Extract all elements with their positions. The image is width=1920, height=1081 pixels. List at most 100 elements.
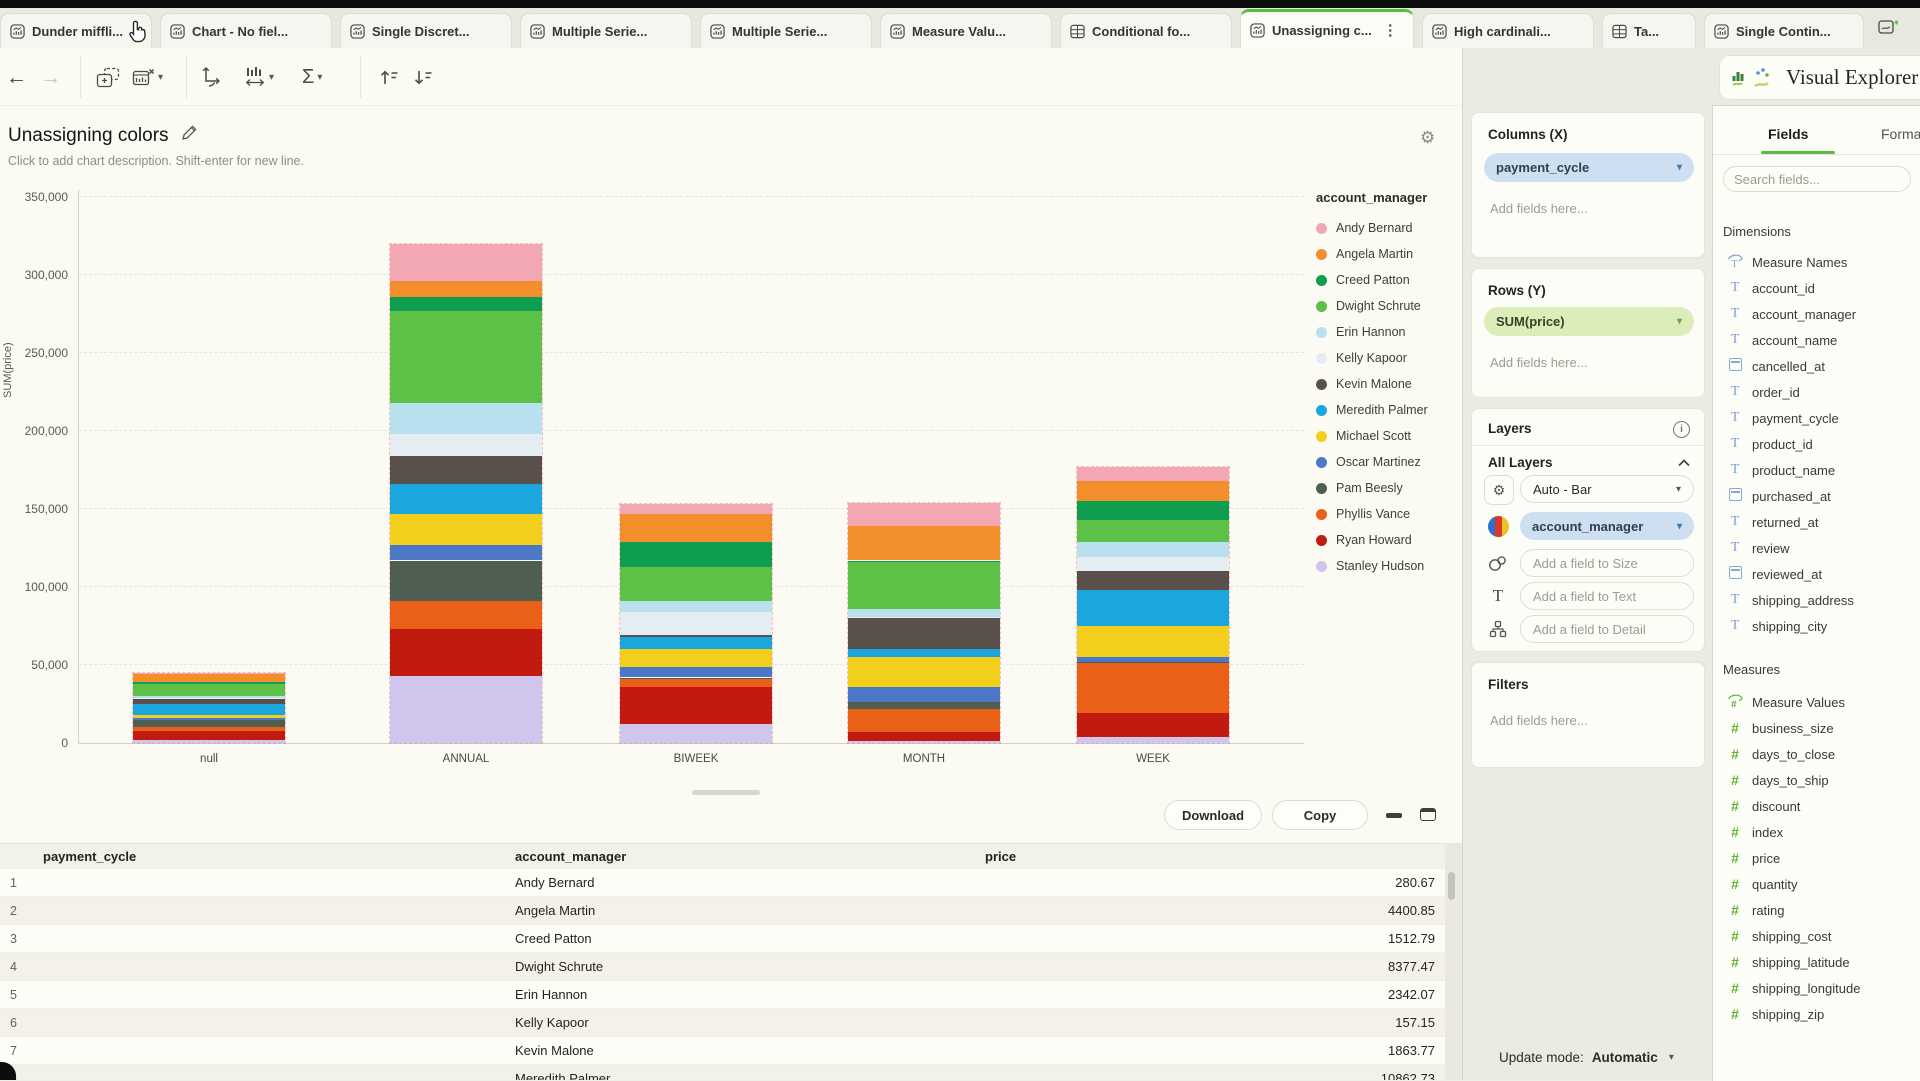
- bar-segment[interactable]: [133, 740, 285, 743]
- tab-unassigning-c[interactable]: Unassigning c...⋮: [1240, 9, 1414, 48]
- column-header[interactable]: price: [975, 849, 1445, 864]
- bar-segment[interactable]: [133, 718, 285, 720]
- mark-type-dropdown[interactable]: Auto - Bar▾: [1520, 475, 1694, 503]
- bar-segment[interactable]: [133, 731, 285, 740]
- chevron-up-icon[interactable]: [1678, 459, 1690, 467]
- legend-item[interactable]: Dwight Schrute: [1316, 293, 1462, 319]
- legend-item[interactable]: Oscar Martinez: [1316, 449, 1462, 475]
- legend-item[interactable]: Andy Bernard: [1316, 215, 1462, 241]
- bar-segment[interactable]: [848, 526, 1000, 560]
- rows-add-fields-placeholder[interactable]: Add fields here...: [1490, 355, 1588, 370]
- bar-segment[interactable]: [620, 542, 772, 567]
- bar-segment[interactable]: [133, 698, 285, 700]
- copy-button[interactable]: Copy: [1272, 800, 1368, 830]
- field-item-business-size[interactable]: #business_size: [1717, 715, 1917, 741]
- bar-segment[interactable]: [620, 504, 772, 513]
- column-header[interactable]: account_manager: [505, 849, 975, 864]
- bar-segment[interactable]: [390, 514, 542, 545]
- tab-conditional-fo[interactable]: Conditional fo...: [1060, 13, 1232, 48]
- tab-multiple-serie[interactable]: Multiple Serie...: [520, 13, 692, 48]
- chart-description-placeholder[interactable]: Click to add chart description. Shift-en…: [8, 154, 304, 168]
- bar-biweek[interactable]: [620, 504, 772, 743]
- bar-segment[interactable]: [848, 732, 1000, 741]
- field-item-shipping-latitude[interactable]: #shipping_latitude: [1717, 949, 1917, 975]
- download-button[interactable]: Download: [1164, 800, 1262, 830]
- new-chart-button[interactable]: [1878, 19, 1898, 41]
- bar-segment[interactable]: [1077, 590, 1229, 626]
- field-item-index[interactable]: #index: [1717, 819, 1917, 845]
- legend-item[interactable]: Meredith Palmer: [1316, 397, 1462, 423]
- bar-segment[interactable]: [848, 617, 1000, 619]
- field-item-returned-at[interactable]: Treturned_at: [1717, 509, 1917, 535]
- bar-annual[interactable]: [390, 244, 542, 743]
- field-item-account-id[interactable]: Taccount_id: [1717, 275, 1917, 301]
- field-item-shipping-cost[interactable]: #shipping_cost: [1717, 923, 1917, 949]
- color-field-pill[interactable]: account_manager▾: [1520, 512, 1694, 540]
- field-item-account-name[interactable]: Taccount_name: [1717, 327, 1917, 353]
- field-item-discount[interactable]: #discount: [1717, 793, 1917, 819]
- mark-settings-gear-icon[interactable]: ⚙: [1484, 475, 1514, 505]
- tab-chart-no-fiel[interactable]: Chart - No fiel...: [160, 13, 332, 48]
- bar-segment[interactable]: [390, 676, 542, 743]
- maximize-table-icon[interactable]: [1420, 808, 1436, 821]
- chart-title[interactable]: Unassigning colors: [8, 125, 169, 147]
- bar-segment[interactable]: [848, 649, 1000, 657]
- edit-title-icon[interactable]: [181, 124, 198, 147]
- bar-segment[interactable]: [848, 657, 1000, 687]
- filters-add-fields-placeholder[interactable]: Add fields here...: [1490, 713, 1588, 728]
- field-item-product-id[interactable]: Tproduct_id: [1717, 431, 1917, 457]
- bar-segment[interactable]: [1077, 481, 1229, 501]
- field-item-account-manager[interactable]: Taccount_manager: [1717, 301, 1917, 327]
- bar-segment[interactable]: [390, 403, 542, 434]
- field-item-measure-values[interactable]: #Measure Values: [1717, 689, 1917, 715]
- field-item-days-to-close[interactable]: #days_to_close: [1717, 741, 1917, 767]
- tab-fields[interactable]: Fields: [1768, 126, 1808, 142]
- text-field-placeholder[interactable]: Add a field to Text: [1520, 582, 1694, 610]
- bar-segment[interactable]: [133, 699, 285, 704]
- field-item-payment-cycle[interactable]: Tpayment_cycle: [1717, 405, 1917, 431]
- bar-segment[interactable]: [1077, 520, 1229, 542]
- field-item-rating[interactable]: #rating: [1717, 897, 1917, 923]
- forward-button[interactable]: →: [40, 62, 61, 92]
- field-item-price[interactable]: #price: [1717, 845, 1917, 871]
- duplicate-chart-button[interactable]: [96, 62, 120, 92]
- bar-segment[interactable]: [1077, 571, 1229, 590]
- field-item-purchased-at[interactable]: purchased_at: [1717, 483, 1917, 509]
- bar-segment[interactable]: [848, 687, 1000, 703]
- bar-segment[interactable]: [390, 601, 542, 629]
- bar-null[interactable]: [133, 673, 285, 743]
- bar-segment[interactable]: [133, 720, 285, 728]
- info-icon[interactable]: i: [1673, 421, 1690, 438]
- update-mode-dropdown[interactable]: Automatic: [1592, 1050, 1658, 1065]
- bar-segment[interactable]: [390, 244, 542, 281]
- chart-settings-gear-icon[interactable]: ⚙: [1420, 128, 1435, 148]
- bar-segment[interactable]: [1077, 626, 1229, 657]
- field-item-cancelled-at[interactable]: cancelled_at: [1717, 353, 1917, 379]
- columns-field-pill[interactable]: payment_cycle▾: [1484, 153, 1694, 182]
- bar-segment[interactable]: [390, 484, 542, 514]
- legend-item[interactable]: Ryan Howard: [1316, 527, 1462, 553]
- detail-field-placeholder[interactable]: Add a field to Detail: [1520, 615, 1694, 643]
- minimize-table-icon[interactable]: [1386, 813, 1402, 818]
- bar-segment[interactable]: [390, 311, 542, 403]
- bar-segment[interactable]: [1077, 542, 1229, 558]
- tab-high-cardinali[interactable]: High cardinali...: [1422, 13, 1594, 48]
- rows-field-pill[interactable]: SUM(price)▾: [1484, 307, 1694, 336]
- tab-single-contin[interactable]: Single Contin...: [1704, 13, 1864, 48]
- tab-menu-kebab-icon[interactable]: ⋮: [1383, 21, 1398, 39]
- search-input[interactable]: [1723, 166, 1911, 192]
- field-item-reviewed-at[interactable]: reviewed_at: [1717, 561, 1917, 587]
- size-field-placeholder[interactable]: Add a field to Size: [1520, 549, 1694, 577]
- field-item-shipping-zip[interactable]: #shipping_zip: [1717, 1001, 1917, 1027]
- bar-segment[interactable]: [620, 612, 772, 635]
- bar-segment[interactable]: [133, 673, 285, 675]
- bar-segment[interactable]: [848, 562, 1000, 609]
- field-item-product-name[interactable]: Tproduct_name: [1717, 457, 1917, 483]
- legend-item[interactable]: Erin Hannon: [1316, 319, 1462, 345]
- bar-segment[interactable]: [620, 637, 772, 649]
- bar-segment[interactable]: [848, 561, 1000, 563]
- field-item-measure-names[interactable]: TMeasure Names: [1717, 249, 1917, 275]
- bar-segment[interactable]: [620, 649, 772, 666]
- bar-segment[interactable]: [1077, 662, 1229, 664]
- tab-single-discret[interactable]: Single Discret...: [340, 13, 512, 48]
